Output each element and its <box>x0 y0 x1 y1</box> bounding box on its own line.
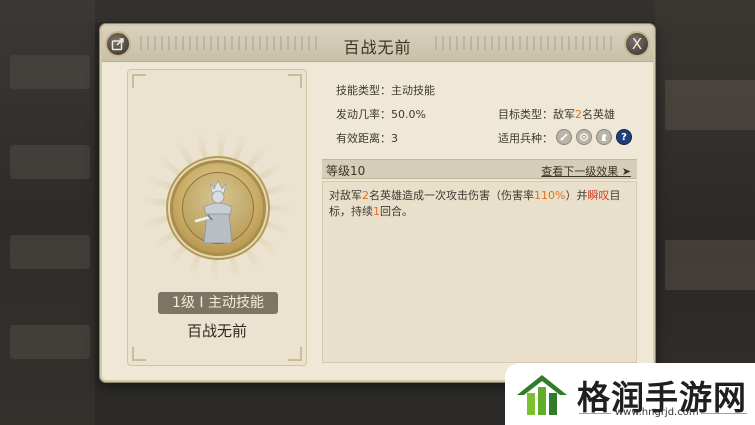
shield-troop-icon[interactable] <box>576 129 592 145</box>
watermark-url: www.hngrjd.com <box>615 407 699 418</box>
watermark-logo-icon <box>513 369 571 423</box>
dialog-title: 百战无前 <box>343 38 412 57</box>
background-menu-strip <box>665 80 755 130</box>
card-corner <box>288 74 302 88</box>
background-top <box>95 0 655 22</box>
desc-duration: 1 <box>373 205 380 218</box>
skill-info: 技能类型：主动技能 发动几率：50.0% 目标类型：敌军2名英雄 有效距离：3 … <box>322 69 637 366</box>
help-icon[interactable]: ? <box>616 129 632 145</box>
effective-range: 有效距离：3 <box>336 132 398 145</box>
desc-text: 回合。 <box>380 205 413 218</box>
skill-level-label: 等级10 <box>326 164 366 178</box>
desc-status-effect: 瞬叹 <box>587 189 610 202</box>
share-icon <box>111 38 124 51</box>
skill-medallion <box>170 160 266 256</box>
skill-card: 1级 I 主动技能 百战无前 <box>127 69 307 366</box>
troop-type-label: 适用兵种： <box>498 132 553 145</box>
skill-name: 百战无前 <box>186 322 247 340</box>
troop-icons: ? <box>556 129 632 145</box>
horse-troop-icon[interactable] <box>596 129 612 145</box>
desc-text: 名英雄造成一次攻击伤害（伤害率 <box>369 189 534 202</box>
target-type-prefix: 目标类型：敌军 <box>498 108 575 121</box>
share-button[interactable] <box>105 31 131 57</box>
card-corner <box>132 74 146 88</box>
close-button[interactable]: X <box>624 31 650 57</box>
desc-text: ）并 <box>565 189 588 202</box>
target-type-suffix: 名英雄 <box>582 108 615 121</box>
background-menu-strip <box>10 145 90 179</box>
skill-portrait <box>182 172 254 244</box>
level-bar: 等级10 查看下一级效果 ➤ <box>322 159 637 179</box>
desc-text: 对敌军 <box>329 189 362 202</box>
target-type: 目标类型：敌军2名英雄 <box>498 106 615 122</box>
background-menu-strip <box>10 235 90 269</box>
background-menu-strip <box>10 55 90 89</box>
skill-level-tag: 1级 I 主动技能 <box>158 292 278 314</box>
warrior-icon <box>194 180 233 243</box>
background-right <box>655 0 755 425</box>
skill-type: 技能类型：主动技能 <box>336 84 435 97</box>
watermark-divider <box>579 413 611 414</box>
card-corner <box>132 347 146 361</box>
sword-troop-icon[interactable] <box>556 129 572 145</box>
dialog-titlebar: 百战无前 X <box>102 26 653 62</box>
desc-damage-rate: 110% <box>534 189 566 202</box>
card-corner <box>288 347 302 361</box>
skill-description: 对敌军2名英雄造成一次攻击伤害（伤害率110%）并瞬叹目标，持续1回合。 <box>329 188 629 220</box>
watermark-divider <box>701 413 747 414</box>
skill-dialog: 百战无前 X 1级 I 主动技能 百战无前 技能类型：主动技能 发动几率：50.… <box>100 24 655 382</box>
trigger-rate: 发动几率：50.0% <box>336 108 426 121</box>
target-count: 2 <box>575 108 582 121</box>
background-left <box>0 0 95 425</box>
description-box: 对敌军2名英雄造成一次攻击伤害（伤害率110%）并瞬叹目标，持续1回合。 <box>322 181 637 363</box>
next-level-link[interactable]: 查看下一级效果 ➤ <box>541 163 631 179</box>
desc-target-count: 2 <box>362 189 369 202</box>
background-menu-strip <box>10 325 90 359</box>
background-menu-strip <box>665 240 755 290</box>
site-watermark: 格润手游网 www.hngrjd.com <box>505 363 755 425</box>
